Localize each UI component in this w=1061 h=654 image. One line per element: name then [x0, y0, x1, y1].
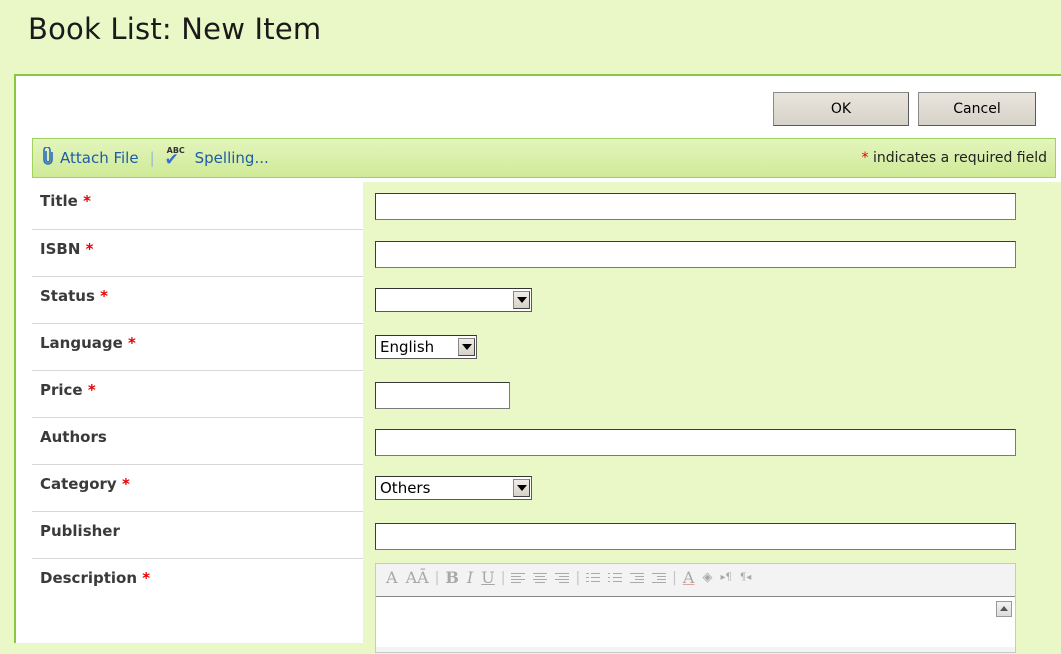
right-to-left-icon[interactable]: ¶◂	[740, 572, 751, 583]
required-star: *	[861, 150, 869, 166]
description-rich-text-editor: A AĀ | B I U | | | A ◈ ▸¶ ¶◂	[375, 562, 1016, 653]
align-right-icon[interactable]	[555, 572, 570, 584]
authors-input[interactable]	[375, 428, 1016, 456]
required-field-note: * indicates a required field	[862, 150, 1047, 166]
font-size-icon[interactable]: AĀ	[406, 568, 429, 587]
dropdown-arrow-icon[interactable]	[513, 478, 530, 497]
field-label: Status *	[32, 276, 363, 324]
category-select[interactable]: Others	[375, 475, 532, 500]
underline-icon[interactable]: U	[481, 568, 494, 587]
align-left-icon[interactable]	[511, 572, 526, 584]
field-label: Language *	[32, 323, 363, 371]
isbn-input[interactable]	[375, 240, 1016, 268]
form-row-authors: Authors	[32, 417, 1061, 465]
title-input[interactable]	[375, 193, 1016, 220]
decrease-indent-icon[interactable]	[630, 572, 645, 584]
field-label: Description *	[40, 568, 151, 587]
publisher-input[interactable]	[375, 522, 1016, 550]
language-select[interactable]: English	[375, 334, 477, 359]
form-row-isbn: ISBN *	[32, 229, 1061, 277]
scroll-up-icon[interactable]	[996, 600, 1012, 617]
dropdown-arrow-icon[interactable]	[458, 337, 475, 356]
attach-file-label: Attach File	[60, 149, 139, 167]
form-row-description: Description * A AĀ | B I U | | | A ◈ ▸¶ …	[32, 558, 1061, 654]
page-title: Book List: New Item	[28, 12, 322, 46]
paperclip-icon	[43, 145, 53, 170]
form-row-status: Status *	[32, 276, 1061, 324]
form-row-category: Category * Others	[32, 464, 1061, 512]
form-row-price: Price *	[32, 370, 1061, 418]
form-row-publisher: Publisher	[32, 511, 1061, 559]
field-label: Publisher	[32, 511, 363, 559]
align-center-icon[interactable]	[533, 572, 548, 584]
field-label: Category *	[32, 464, 363, 512]
cancel-button[interactable]: Cancel	[918, 92, 1036, 126]
rich-text-toolbar: A AĀ | B I U | | | A ◈ ▸¶ ¶◂	[386, 568, 752, 587]
price-input[interactable]	[375, 381, 510, 409]
spelling-link[interactable]: ABC ✔ Spelling...	[164, 146, 269, 170]
form-row-language: Language * English	[32, 323, 1061, 371]
highlight-icon[interactable]: ◈	[702, 570, 712, 585]
spell-check-icon: ABC ✔	[164, 146, 185, 170]
bulleted-list-icon[interactable]	[608, 572, 623, 584]
form-row-title: Title *	[32, 182, 1061, 230]
font-icon[interactable]: A	[386, 568, 398, 587]
bold-icon[interactable]: B	[445, 568, 459, 587]
form-fields: Title * ISBN * Status * Language * Engli…	[32, 182, 1061, 654]
increase-indent-icon[interactable]	[652, 572, 667, 584]
field-label: ISBN *	[32, 229, 363, 277]
italic-icon[interactable]: I	[467, 568, 473, 587]
dropdown-arrow-icon[interactable]	[513, 290, 530, 309]
form-toolbar: Attach File | ABC ✔ Spelling... * indica…	[32, 138, 1056, 178]
font-color-icon[interactable]: A	[683, 568, 695, 587]
ok-button[interactable]: OK	[773, 92, 909, 126]
status-select[interactable]	[375, 287, 532, 312]
left-to-right-icon[interactable]: ▸¶	[720, 572, 731, 583]
field-label: Title *	[32, 182, 363, 230]
attach-file-link[interactable]: Attach File	[43, 145, 139, 170]
description-text-area[interactable]	[376, 595, 1015, 647]
numbered-list-icon[interactable]	[586, 572, 601, 584]
field-label: Price *	[32, 370, 363, 418]
spelling-label: Spelling...	[194, 149, 269, 167]
new-item-form: OK Cancel Attach File | ABC ✔ Spelling..…	[14, 74, 1061, 654]
toolbar-separator: |	[149, 149, 155, 167]
required-note-text: indicates a required field	[868, 150, 1047, 166]
field-label: Authors	[32, 417, 363, 465]
